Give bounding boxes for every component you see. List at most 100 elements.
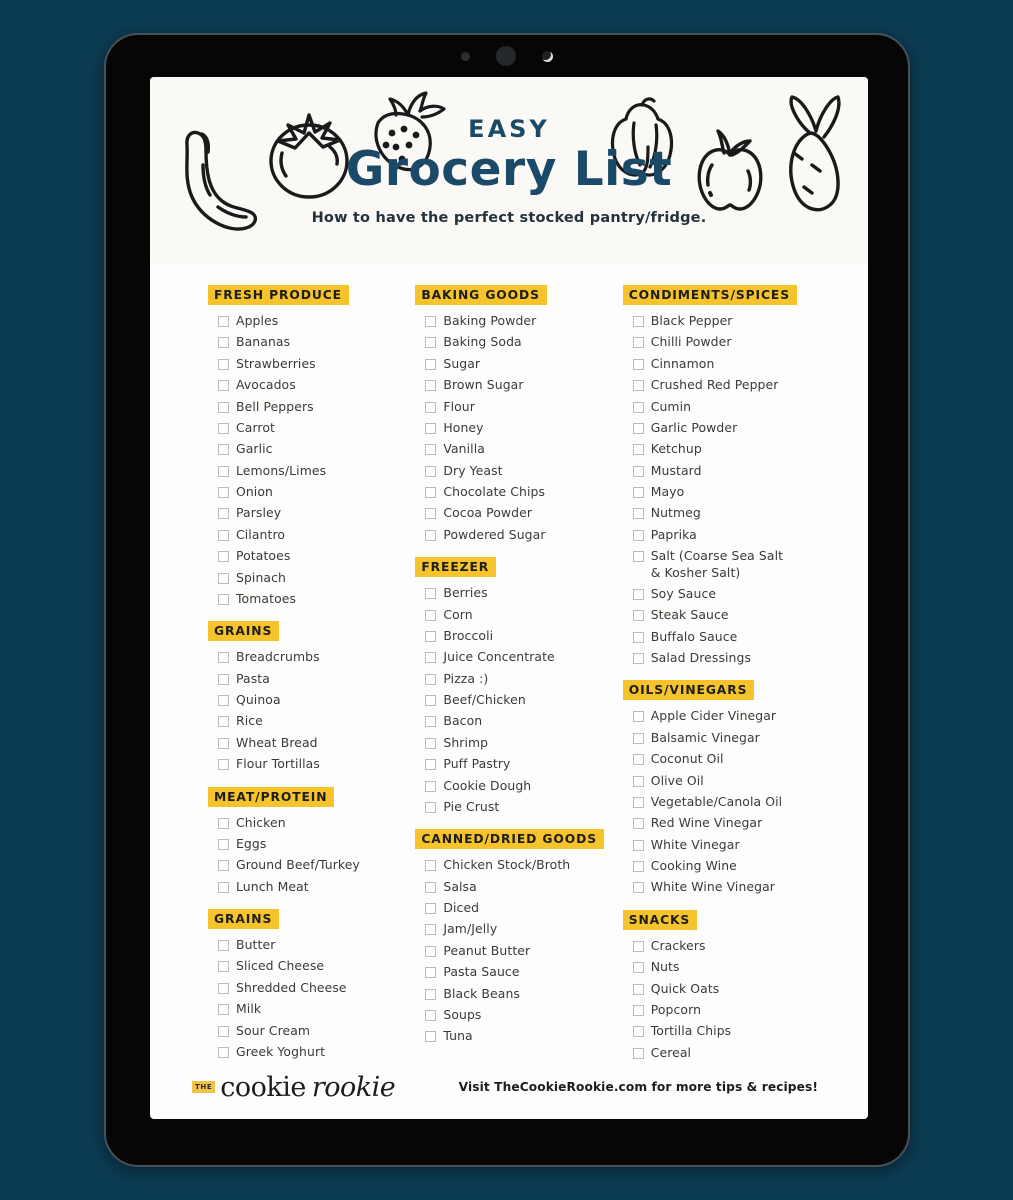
checklist-item[interactable]: Pie Crust — [425, 799, 622, 815]
checkbox-icon[interactable] — [632, 529, 644, 541]
checklist-item[interactable]: Flour Tortillas — [218, 756, 415, 772]
checkbox-icon[interactable] — [632, 508, 644, 520]
checklist-item[interactable]: Chocolate Chips — [425, 484, 622, 500]
checklist-item[interactable]: Popcorn — [632, 1002, 854, 1018]
checklist-item[interactable]: Paprika — [632, 527, 854, 543]
checkbox-icon[interactable] — [218, 737, 229, 749]
checkbox-icon[interactable] — [632, 422, 644, 434]
checklist-item[interactable]: Buffalo Sauce — [632, 629, 854, 645]
checkbox-icon[interactable] — [425, 945, 437, 957]
checklist-item[interactable]: Shredded Cheese — [218, 980, 415, 996]
checklist-item[interactable]: Nutmeg — [632, 505, 854, 521]
checklist-item[interactable]: Broccoli — [425, 628, 622, 644]
checklist-item[interactable]: Vegetable/Canola Oil — [632, 794, 854, 810]
checkbox-icon[interactable] — [425, 1009, 437, 1021]
checklist-item[interactable]: Onion — [218, 484, 415, 500]
checklist-item[interactable]: Cilantro — [218, 527, 415, 543]
checkbox-icon[interactable] — [425, 860, 437, 872]
checklist-item[interactable]: Mustard — [632, 463, 854, 479]
checklist-item[interactable]: Bell Peppers — [218, 399, 415, 415]
checkbox-icon[interactable] — [632, 882, 644, 894]
checklist-item[interactable]: Eggs — [218, 836, 415, 852]
checkbox-icon[interactable] — [632, 711, 644, 723]
checklist-item[interactable]: Tortilla Chips — [632, 1023, 854, 1039]
checklist-item[interactable]: Chicken — [218, 815, 415, 831]
checkbox-icon[interactable] — [632, 337, 644, 349]
checklist-item[interactable]: Potatoes — [218, 548, 415, 564]
checkbox-icon[interactable] — [632, 653, 644, 664]
checklist-item[interactable]: Crushed Red Pepper — [632, 377, 854, 393]
checkbox-icon[interactable] — [218, 444, 229, 456]
checkbox-icon[interactable] — [632, 401, 644, 413]
checkbox-icon[interactable] — [218, 572, 229, 584]
checkbox-icon[interactable] — [632, 839, 644, 851]
checkbox-icon[interactable] — [632, 754, 644, 766]
checkbox-icon[interactable] — [425, 401, 437, 413]
checkbox-icon[interactable] — [632, 940, 644, 952]
checkbox-icon[interactable] — [218, 551, 229, 563]
checklist-item[interactable]: Cooking Wine — [632, 858, 854, 874]
checkbox-icon[interactable] — [425, 695, 437, 706]
checkbox-icon[interactable] — [218, 380, 229, 392]
checkbox-icon[interactable] — [425, 881, 437, 893]
checklist-item[interactable]: Brown Sugar — [425, 377, 622, 393]
checkbox-icon[interactable] — [632, 796, 644, 808]
checkbox-icon[interactable] — [632, 588, 644, 600]
checkbox-icon[interactable] — [632, 487, 644, 498]
checkbox-icon[interactable] — [425, 924, 437, 936]
checklist-item[interactable]: Quick Oats — [632, 981, 854, 997]
checkbox-icon[interactable] — [218, 881, 229, 893]
checklist-item[interactable]: Beef/Chicken — [425, 692, 622, 708]
checklist-item[interactable]: Flour — [425, 399, 622, 415]
checkbox-icon[interactable] — [218, 529, 229, 541]
checklist-item[interactable]: Nuts — [632, 959, 854, 975]
checklist-item[interactable]: Sliced Cheese — [218, 958, 415, 974]
checkbox-icon[interactable] — [218, 652, 229, 664]
checkbox-icon[interactable] — [632, 380, 644, 392]
checklist-item[interactable]: Parsley — [218, 505, 415, 521]
checklist-item[interactable]: Lemons/Limes — [218, 463, 415, 479]
checkbox-icon[interactable] — [632, 818, 644, 830]
checkbox-icon[interactable] — [425, 630, 437, 642]
checklist-item[interactable]: Balsamic Vinegar — [632, 730, 854, 746]
checkbox-icon[interactable] — [425, 358, 437, 370]
checklist-item[interactable]: Corn — [425, 607, 622, 623]
checkbox-icon[interactable] — [632, 1004, 644, 1016]
checkbox-icon[interactable] — [632, 444, 644, 456]
checklist-item[interactable]: Baking Soda — [425, 334, 622, 350]
checkbox-icon[interactable] — [632, 962, 644, 974]
checkbox-icon[interactable] — [218, 673, 229, 685]
checkbox-icon[interactable] — [632, 861, 644, 872]
checkbox-icon[interactable] — [425, 801, 437, 813]
checklist-item[interactable]: Tuna — [425, 1028, 622, 1044]
checklist-item[interactable]: Rice — [218, 713, 415, 729]
checklist-item[interactable]: Bananas — [218, 334, 415, 350]
checklist-item[interactable]: Salt (Coarse Sea Salt & Kosher Salt) — [632, 548, 854, 581]
checkbox-icon[interactable] — [425, 316, 437, 327]
checkbox-icon[interactable] — [218, 759, 229, 771]
checkbox-icon[interactable] — [425, 609, 437, 621]
checkbox-icon[interactable] — [425, 903, 437, 914]
checklist-item[interactable]: Wheat Bread — [218, 735, 415, 751]
checkbox-icon[interactable] — [218, 838, 229, 850]
checklist-item[interactable]: Coconut Oil — [632, 751, 854, 767]
checkbox-icon[interactable] — [632, 358, 644, 370]
checkbox-icon[interactable] — [218, 1004, 229, 1016]
checklist-item[interactable]: Soy Sauce — [632, 586, 854, 602]
checklist-item[interactable]: Strawberries — [218, 356, 415, 372]
checklist-item[interactable]: Olive Oil — [632, 773, 854, 789]
checklist-item[interactable]: Cocoa Powder — [425, 505, 622, 521]
checkbox-icon[interactable] — [218, 1025, 229, 1037]
checklist-item[interactable]: Carrot — [218, 420, 415, 436]
checklist-item[interactable]: Garlic — [218, 441, 415, 457]
checklist-item[interactable]: Spinach — [218, 570, 415, 586]
checklist-item[interactable]: Apple Cider Vinegar — [632, 708, 854, 724]
checklist-item[interactable]: Salad Dressings — [632, 650, 854, 666]
checkbox-icon[interactable] — [425, 967, 437, 979]
checklist-item[interactable]: Chicken Stock/Broth — [425, 857, 622, 873]
checklist-item[interactable]: Ketchup — [632, 441, 854, 457]
checkbox-icon[interactable] — [425, 780, 437, 792]
checkbox-icon[interactable] — [425, 444, 437, 456]
checkbox-icon[interactable] — [425, 588, 437, 600]
checkbox-icon[interactable] — [218, 940, 229, 951]
